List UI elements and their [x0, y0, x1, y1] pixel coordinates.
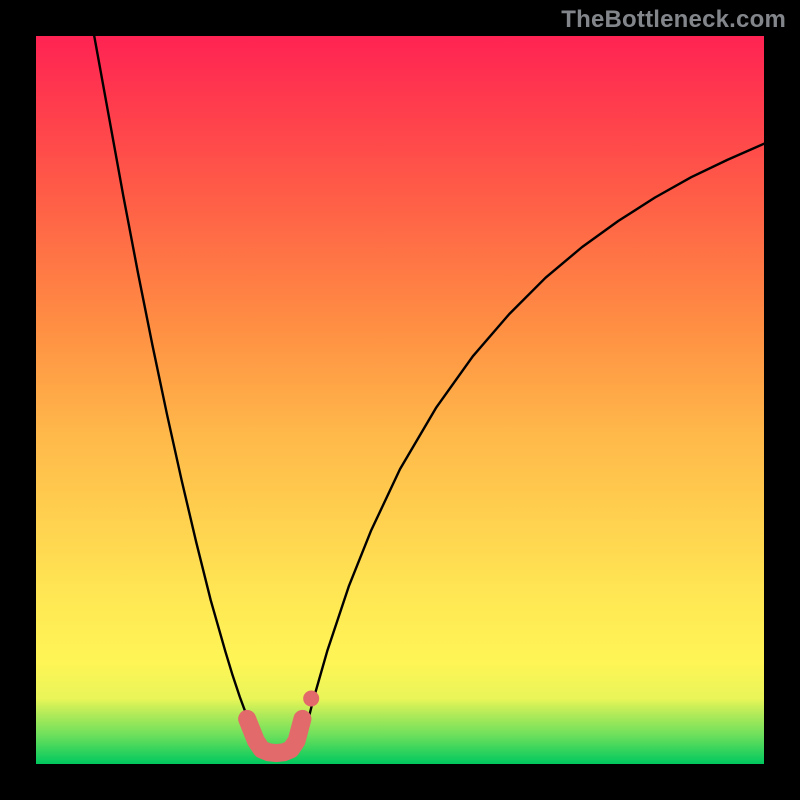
gradient-background [36, 36, 764, 764]
watermark-text: TheBottleneck.com [561, 6, 786, 34]
bottleneck-chart [0, 0, 800, 800]
right-dot [303, 690, 319, 706]
chart-frame: TheBottleneck.com [0, 0, 800, 800]
